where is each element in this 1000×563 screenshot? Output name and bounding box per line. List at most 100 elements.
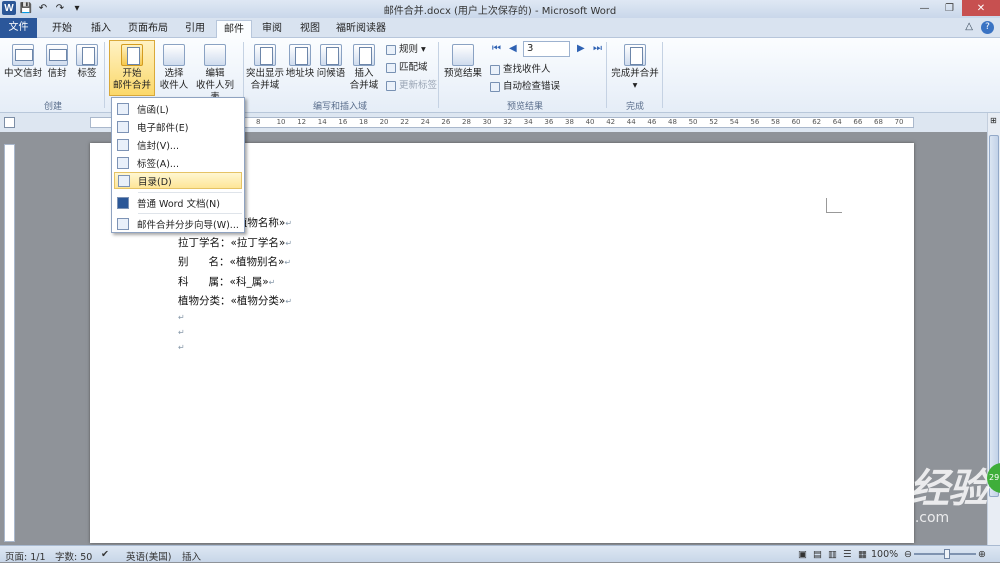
paragraph-mark: ↵ bbox=[178, 328, 185, 337]
menu-divider bbox=[138, 213, 242, 214]
menu-item-envelopes[interactable]: 信封(V)... bbox=[114, 136, 242, 153]
ruler-tick-label: 66 bbox=[853, 118, 863, 126]
edit-list-icon bbox=[204, 44, 226, 66]
directory-icon bbox=[118, 174, 130, 187]
tab-file[interactable]: 文件 bbox=[0, 18, 37, 38]
document-line[interactable]: 别 名：«植物别名»↵ bbox=[178, 254, 291, 269]
merge-field-text: 科 属：«科_属» bbox=[178, 275, 269, 288]
wizard-icon bbox=[117, 217, 129, 230]
tab-insert[interactable]: 插入 bbox=[84, 20, 118, 38]
envelopes-button[interactable]: 信封 bbox=[44, 44, 70, 80]
chinese-envelope-button[interactable]: 中文信封 bbox=[4, 44, 42, 80]
zoom-slider-knob[interactable] bbox=[944, 549, 950, 559]
ruler-tick-label: 52 bbox=[709, 118, 719, 126]
document-line[interactable]: 植物分类：«植物分类»↵ bbox=[178, 293, 292, 308]
labels-button[interactable]: 标签 bbox=[74, 44, 100, 80]
tab-page-layout[interactable]: 页面布局 bbox=[123, 20, 173, 38]
ruler-tick-label: 38 bbox=[565, 118, 574, 126]
last-record-icon[interactable]: ⏭ bbox=[593, 43, 602, 54]
menu-item-email[interactable]: 电子邮件(E) bbox=[114, 118, 242, 135]
window-title: 邮件合并.docx (用户上次保存的) - Microsoft Word bbox=[383, 6, 617, 17]
tab-references[interactable]: 引用 bbox=[178, 20, 212, 38]
edit-recipient-list-button[interactable]: 编辑收件人列表 bbox=[192, 44, 238, 104]
zoom-in-icon[interactable]: ⊕ bbox=[978, 549, 986, 560]
word-count[interactable]: 字数: 50 bbox=[55, 549, 92, 563]
zoom-level[interactable]: 100% bbox=[871, 549, 898, 560]
ruler-tick-label: 50 bbox=[688, 118, 698, 126]
status-bar: 页面: 1/1 字数: 50 ✔ 英语(美国) 插入 ▣ ▤ ▥ ☰ ▦ 100… bbox=[0, 545, 1000, 563]
preview-results-button[interactable]: 预览结果 bbox=[442, 44, 484, 80]
next-record-icon[interactable]: ▶ bbox=[577, 43, 585, 54]
first-record-icon[interactable]: ⏮ bbox=[492, 43, 501, 54]
print-layout-icon[interactable]: ▣ bbox=[798, 549, 807, 560]
rules-icon bbox=[386, 44, 396, 55]
select-recipients-button[interactable]: 选择 收件人 bbox=[156, 44, 192, 92]
update-labels-icon bbox=[386, 80, 396, 91]
group-divider bbox=[606, 42, 607, 108]
match-fields-button[interactable]: 匹配域 bbox=[386, 61, 428, 74]
tab-foxit-reader[interactable]: 福昕阅读器 bbox=[332, 20, 390, 38]
paragraph-mark: ↵ bbox=[178, 313, 185, 322]
ruler-tick-label: 58 bbox=[771, 118, 780, 126]
ruler-toggle-icon[interactable]: ⊞ bbox=[990, 116, 997, 125]
menu-item-mail-merge-wizard[interactable]: 邮件合并分步向导(W)... bbox=[114, 215, 242, 232]
record-number-input[interactable]: 3 bbox=[523, 41, 570, 57]
proofing-icon[interactable]: ✔ bbox=[101, 549, 109, 560]
label-icon bbox=[117, 156, 129, 169]
previous-record-icon[interactable]: ◀ bbox=[509, 43, 517, 54]
help-icon[interactable]: ? bbox=[981, 21, 994, 34]
rules-button[interactable]: 规则 ▾ bbox=[386, 43, 426, 56]
paragraph-mark: ↵ bbox=[285, 297, 293, 306]
update-labels-button[interactable]: 更新标签 bbox=[386, 79, 437, 92]
group-label-write-insert: 编写和插入域 bbox=[312, 102, 367, 112]
zoom-out-icon[interactable]: ⊖ bbox=[904, 549, 912, 560]
menu-item-directory[interactable]: 目录(D) bbox=[114, 172, 242, 189]
address-block-button[interactable]: 地址块 bbox=[285, 44, 315, 80]
tab-home[interactable]: 开始 bbox=[45, 20, 79, 38]
full-screen-reading-icon[interactable]: ▤ bbox=[813, 549, 822, 560]
auto-check-errors-button[interactable]: 自动检查错误 bbox=[490, 80, 560, 93]
ruler-tick-label: 36 bbox=[544, 118, 554, 126]
tab-review[interactable]: 审阅 bbox=[255, 20, 289, 38]
document-line[interactable]: 科 属：«科_属»↵ bbox=[178, 274, 275, 289]
minimize-icon[interactable]: — bbox=[912, 0, 937, 16]
title-bar: W 💾 ↶ ↷ ▾ 邮件合并.docx (用户上次保存的) - Microsof… bbox=[0, 0, 1000, 18]
ruler-tick-label: 68 bbox=[874, 118, 883, 126]
ruler-tick-label: 48 bbox=[668, 118, 677, 126]
web-layout-icon[interactable]: ▥ bbox=[828, 549, 837, 560]
tab-selector[interactable] bbox=[4, 117, 15, 128]
ruler-tick-label: 14 bbox=[317, 118, 327, 126]
find-recipient-button[interactable]: 查找收件人 bbox=[490, 63, 551, 76]
ruler-tick-label: 24 bbox=[420, 118, 430, 126]
scrollbar-thumb[interactable] bbox=[989, 135, 999, 497]
greeting-line-button[interactable]: 问候语 bbox=[316, 44, 346, 80]
language-indicator[interactable]: 英语(美国) bbox=[126, 549, 171, 563]
insert-mode-indicator[interactable]: 插入 bbox=[182, 549, 201, 563]
paragraph-mark: ↵ bbox=[284, 258, 292, 267]
page-count[interactable]: 页面: 1/1 bbox=[5, 549, 46, 563]
chevron-down-icon: ▾ bbox=[421, 44, 426, 55]
email-icon bbox=[117, 120, 129, 133]
close-icon[interactable]: ✕ bbox=[962, 0, 1000, 16]
menu-item-letters[interactable]: 信函(L) bbox=[114, 100, 242, 117]
draft-icon[interactable]: ▦ bbox=[858, 549, 867, 560]
start-mail-merge-button[interactable]: 开始 邮件合并 bbox=[109, 40, 155, 96]
highlight-merge-fields-button[interactable]: 突出显示 合并域 bbox=[246, 44, 284, 92]
group-divider bbox=[104, 42, 105, 108]
vertical-ruler[interactable] bbox=[4, 144, 15, 542]
document-line[interactable]: 拉丁学名：«拉丁学名»↵ bbox=[178, 235, 292, 250]
tab-view[interactable]: 视图 bbox=[293, 20, 327, 38]
finish-merge-button[interactable]: 完成并合并 ▾ bbox=[611, 44, 659, 92]
collapse-ribbon-icon[interactable]: △ bbox=[965, 21, 973, 34]
paragraph-mark: ↵ bbox=[285, 238, 293, 248]
tab-mailings[interactable]: 邮件 bbox=[216, 20, 252, 39]
ruler-tick-label: 56 bbox=[750, 118, 760, 126]
restore-icon[interactable]: ❐ bbox=[937, 0, 962, 16]
menu-item-labels[interactable]: 标签(A)... bbox=[114, 154, 242, 171]
menu-item-normal-document[interactable]: 普通 Word 文档(N) bbox=[114, 194, 242, 211]
outline-icon[interactable]: ☰ bbox=[843, 549, 852, 560]
label-icon bbox=[76, 44, 98, 66]
mail-merge-icon bbox=[121, 44, 143, 66]
insert-merge-field-button[interactable]: 插入 合并域 bbox=[347, 44, 381, 92]
merge-field-text: 别 名：«植物别名» bbox=[178, 256, 285, 268]
